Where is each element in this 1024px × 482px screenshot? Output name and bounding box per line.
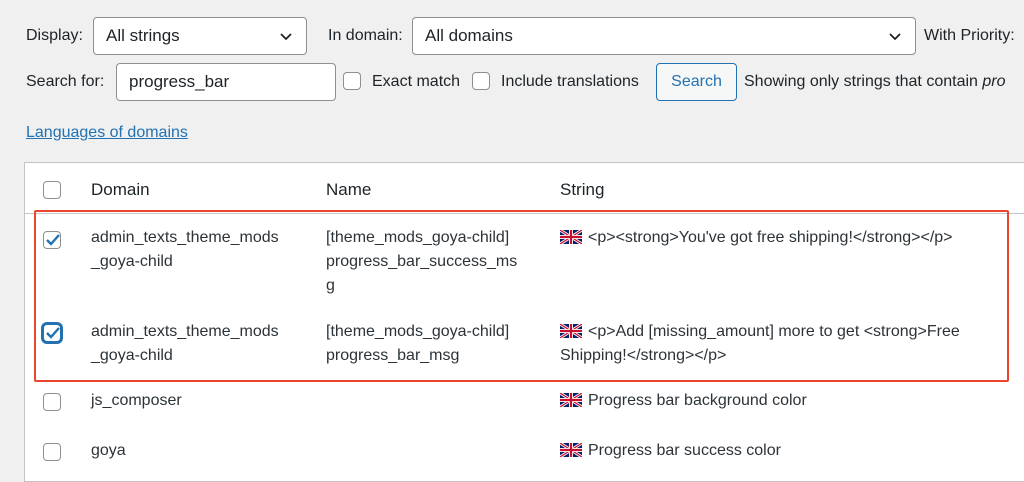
domain-label: In domain: (328, 27, 403, 44)
search-button[interactable]: Search (656, 63, 737, 101)
row-domain: goya (91, 442, 126, 459)
showing-strings-text: Showing only strings that contain pro (744, 73, 1005, 91)
row-string[interactable]: Progress bar success color (560, 439, 781, 463)
domain-select-value: All domains (425, 26, 513, 45)
display-label: Display: (26, 27, 83, 44)
chevron-down-icon (280, 33, 292, 41)
column-header-name[interactable]: Name (326, 180, 371, 200)
row-domain: js_composer (91, 392, 182, 409)
display-select-value: All strings (106, 26, 180, 45)
include-translations-checkbox[interactable] (472, 72, 490, 90)
column-header-string[interactable]: String (560, 180, 604, 200)
exact-match-checkbox[interactable] (343, 72, 361, 90)
domain-select[interactable]: All domains (412, 17, 916, 55)
select-all-checkbox[interactable] (43, 181, 61, 199)
display-select[interactable]: All strings (93, 17, 307, 55)
exact-match-label: Exact match (372, 73, 461, 90)
column-header-domain[interactable]: Domain (91, 180, 150, 200)
languages-of-domains-link[interactable]: Languages of domains (26, 124, 188, 142)
search-input[interactable] (116, 63, 336, 101)
row-checkbox[interactable] (43, 443, 61, 461)
priority-label: With Priority: (924, 27, 1015, 44)
uk-flag-icon (560, 443, 582, 457)
chevron-down-icon (889, 33, 901, 41)
include-translations-label: Include translations (501, 73, 639, 90)
row-checkbox[interactable] (43, 393, 61, 411)
highlight-box (34, 210, 1009, 382)
showing-text: Showing only strings that contain (744, 73, 983, 90)
uk-flag-icon (560, 393, 582, 407)
row-string[interactable]: Progress bar background color (560, 389, 807, 413)
search-label: Search for: (26, 73, 105, 90)
showing-term: pro (982, 73, 1006, 90)
